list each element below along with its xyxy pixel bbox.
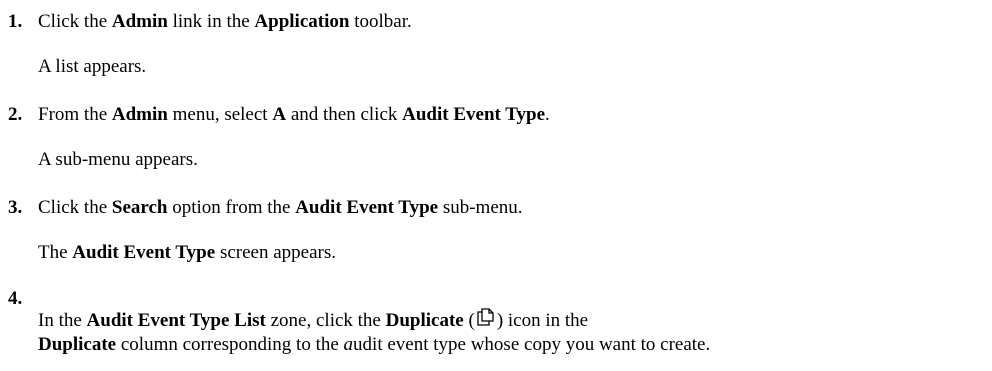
step-number: 1. — [8, 11, 23, 32]
step-result: A sub-menu appears. — [38, 149, 198, 170]
search-option-label: Search — [111, 197, 168, 218]
duplicate-icon — [475, 306, 497, 328]
admin-menu-label: Admin — [111, 104, 168, 125]
step-number: 3. — [8, 197, 23, 218]
step-instruction: Click the Admin link in the Application … — [38, 11, 412, 32]
step-instruction: From the Admin menu, select A and then c… — [38, 104, 550, 125]
step-result: The Audit Event Type screen appears. — [38, 242, 336, 263]
application-toolbar-label: Application — [254, 11, 350, 32]
step-instruction: In the Audit Event Type List zone, click… — [38, 306, 588, 333]
duplicate-label: Duplicate — [385, 310, 464, 331]
duplicate-column-label: Duplicate — [38, 334, 117, 355]
step-number: 2. — [8, 104, 23, 125]
audit-event-type-submenu-label: Audit Event Type — [295, 197, 439, 218]
step-instruction-continued: Duplicate column corresponding to the au… — [38, 334, 711, 355]
audit-event-type-screen-label: Audit Event Type — [72, 242, 216, 263]
step-result: A list appears. — [38, 56, 147, 77]
audit-event-type-list-label: Audit Event Type List — [86, 310, 266, 331]
audit-event-type-label: Audit Event Type — [402, 104, 546, 125]
step-number: 4. — [8, 288, 23, 309]
menu-letter-label: A — [272, 104, 287, 125]
step-instruction: Click the Search option from the Audit E… — [38, 197, 523, 218]
admin-link-label: Admin — [111, 11, 168, 32]
